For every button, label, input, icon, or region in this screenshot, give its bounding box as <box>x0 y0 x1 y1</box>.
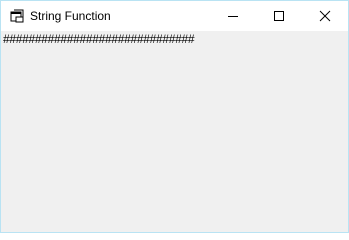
close-button[interactable] <box>302 1 348 31</box>
form-client-area[interactable]: ############################## <box>1 31 348 232</box>
minimize-icon <box>228 16 238 17</box>
window-title: String Function <box>30 9 111 23</box>
maximize-button[interactable] <box>256 1 302 31</box>
title-bar[interactable]: String Function <box>1 1 348 31</box>
maximize-icon <box>274 11 284 21</box>
form-icon[interactable] <box>10 9 24 23</box>
app-window: String Function ########################… <box>0 0 349 233</box>
output-text: ############################## <box>3 32 195 46</box>
minimize-button[interactable] <box>210 1 256 31</box>
close-icon <box>319 10 331 22</box>
